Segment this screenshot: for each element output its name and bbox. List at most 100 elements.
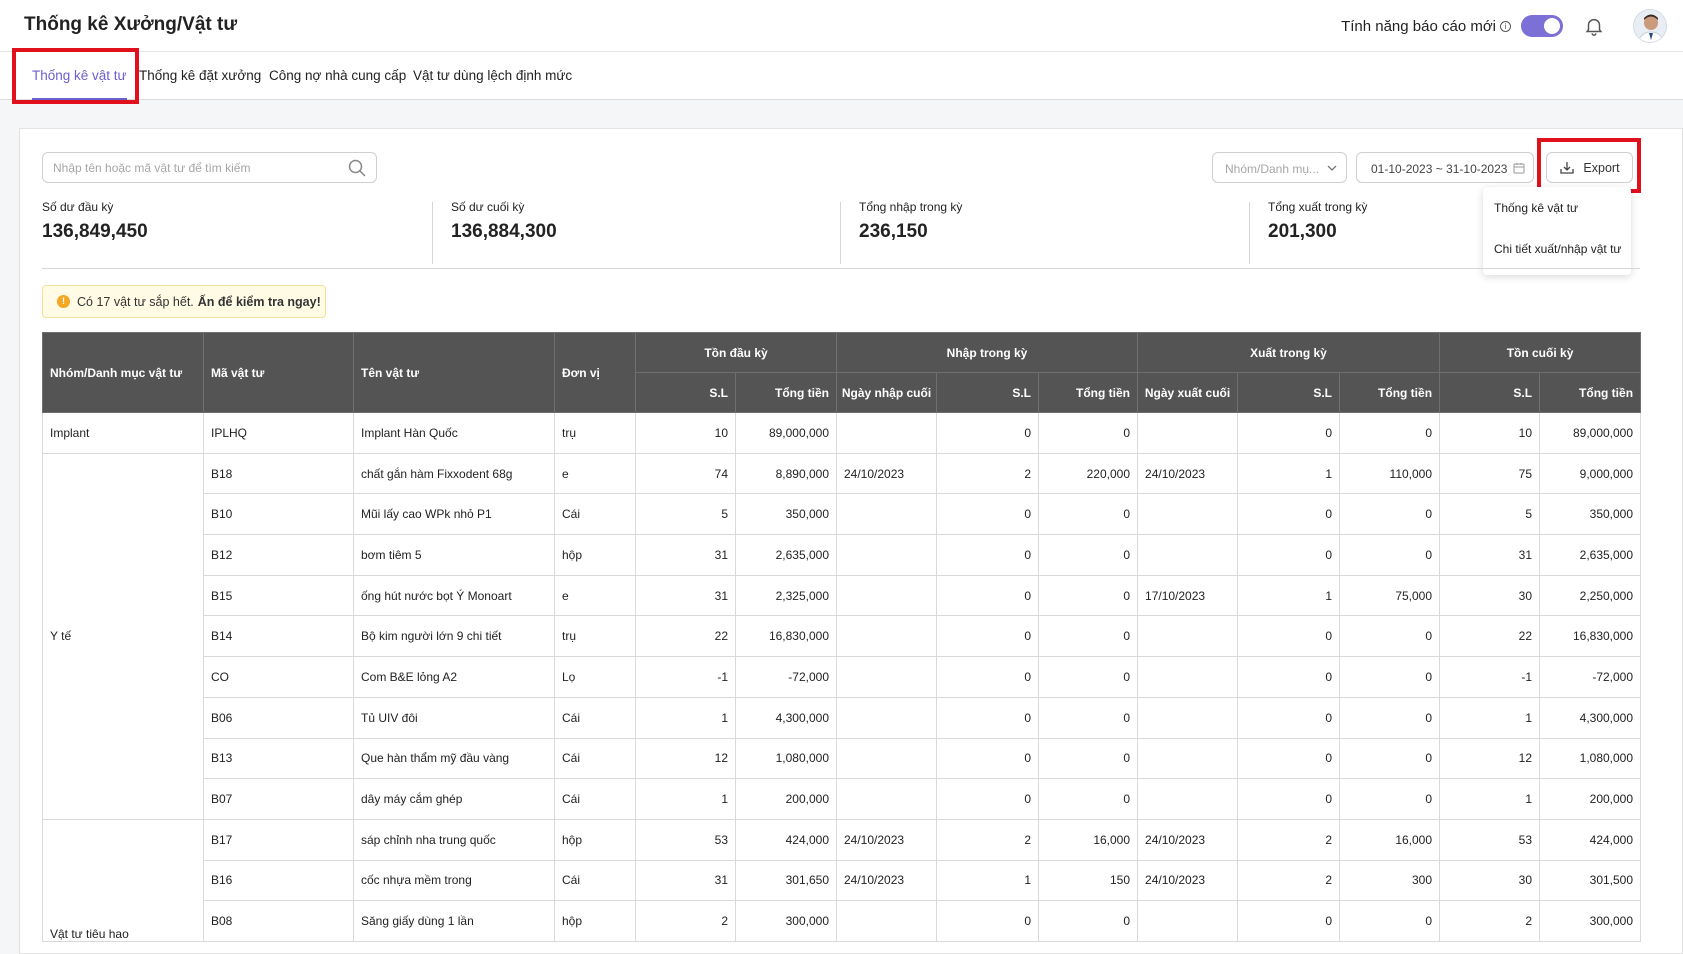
code-cell: CO [203,656,354,698]
export-qty-cell: 2 [1237,818,1341,861]
name-cell[interactable]: Tủ UIV đôi [353,696,555,739]
import-qty-cell: 0 [936,412,1039,454]
date-range-picker[interactable]: 01-10-2023 ~ 31-10-2023 [1356,152,1534,183]
col-header-closing-qty: S.L [1439,372,1541,413]
opening-qty-cell: -1 [635,656,736,698]
name-cell[interactable]: Mũi lấy cao WPk nhỏ P1 [353,493,555,536]
export-menu-material-stats[interactable]: Thống kê vật tư [1494,201,1578,215]
col-header-closing: Tồn cuối kỳ [1439,332,1642,373]
export-qty-cell: 0 [1237,412,1341,454]
import-qty-cell: 0 [936,737,1039,780]
tab-lab-order-stats[interactable]: Thống kê đặt xưởng [139,52,261,100]
table-row: B16 cốc nhựa mềm trong Cái 31 301,650 24/10/2… [43,859,1642,902]
import-total-cell: 0 [1037,900,1139,942]
bell-icon[interactable] [1583,15,1605,37]
col-header-group: Nhóm/Danh mục vật tư [42,332,204,413]
import-qty-cell: 0 [936,656,1039,698]
import-qty-cell: 0 [936,574,1039,617]
name-cell[interactable]: Săng giấy dùng 1 lần [353,900,555,942]
closing-total-cell: 9,000,000 [1539,452,1642,495]
tab-material-deviation[interactable]: Vật tư dùng lệch định mức [413,52,572,100]
last-import-cell [836,493,937,536]
unit-cell: Cái [554,778,636,820]
stat-opening-balance: Số dư đầu kỳ 136,849,450 [42,200,148,243]
import-total-cell: 0 [1037,778,1139,820]
unit-cell: hộp [554,534,636,576]
stat-divider [1249,202,1250,264]
search-input[interactable] [42,152,377,183]
export-button[interactable]: Export [1546,152,1633,183]
opening-total-cell: 16,830,000 [735,615,837,658]
chevron-down-icon [1327,165,1337,171]
name-cell[interactable]: bơm tiêm 5 [353,534,555,576]
name-cell[interactable]: ống hút nước bọt Ý Monoart [353,574,555,617]
col-header-last-import: Ngày nhập cuối [836,372,937,413]
code-cell: B08 [203,900,354,942]
name-cell[interactable]: Que hàn thẩm mỹ đầu vàng [353,737,555,780]
last-import-cell [836,412,937,454]
last-export-cell [1137,900,1239,942]
tab-material-stats[interactable]: Thống kê vật tư [32,52,127,100]
closing-qty-cell: 5 [1439,493,1541,536]
code-cell: B18 [203,452,354,495]
table-row: B13 Que hàn thẩm mỹ đầu vàng Cái 12 1,080,00… [43,737,1642,780]
group-filter-select[interactable]: Nhóm/Danh mụ... [1212,152,1347,183]
opening-total-cell: 301,650 [735,859,837,902]
last-import-cell [836,696,937,739]
col-header-last-export: Ngày xuất cuối [1137,372,1239,413]
info-icon[interactable]: i [1500,20,1511,32]
stat-total-export: Tổng xuất trong kỳ 201,300 [1268,200,1367,243]
last-import-cell [836,900,937,942]
export-total-cell: 0 [1339,412,1441,454]
unit-cell: hộp [554,900,636,942]
name-cell[interactable]: dây máy cắm ghép [353,778,555,820]
stat-total-import: Tổng nhập trong kỳ 236,150 [859,200,962,243]
table-row: Y tế B18 chất gắn hàm Fixxodent 68g e 74 8,89… [42,452,1642,820]
col-header-name: Tên vật tư [353,332,555,413]
col-header-opening-total: Tổng tiền [735,372,837,413]
name-cell[interactable]: chất gắn hàm Fixxodent 68g [353,452,555,495]
alert-action-link[interactable]: Ấn để kiểm tra ngay! [198,295,321,309]
import-qty-cell: 0 [936,493,1039,536]
opening-qty-cell: 74 [635,452,736,495]
code-cell: B12 [203,534,354,576]
search-icon[interactable] [347,158,367,178]
name-cell[interactable]: sáp chỉnh nha trung quốc [353,818,555,861]
page-title: Thống kê Xưởng/Vật tư [24,14,238,35]
name-cell[interactable]: cốc nhựa mềm trong [353,859,555,902]
export-total-cell: 110,000 [1339,452,1441,495]
tab-supplier-debt[interactable]: Công nợ nhà cung cấp [269,52,406,100]
closing-total-cell: 2,635,000 [1539,534,1642,576]
export-qty-cell: 1 [1237,452,1341,495]
closing-qty-cell: 53 [1439,818,1541,861]
col-header-opening-qty: S.L [635,372,736,413]
group-filter-placeholder: Nhóm/Danh mụ... [1225,162,1320,176]
last-export-cell: 17/10/2023 [1137,574,1239,617]
stats-separator [42,268,1640,269]
last-export-cell: 24/10/2023 [1137,452,1239,495]
import-qty-cell: 0 [936,534,1039,576]
export-total-cell: 0 [1339,737,1441,780]
export-qty-cell: 0 [1237,656,1341,698]
name-cell[interactable]: Com B&E lỏng A2 [353,656,555,698]
import-total-cell: 220,000 [1037,452,1139,495]
export-qty-cell: 0 [1237,534,1341,576]
top-right-controls: Tính năng báo cáo mới i [1341,9,1667,43]
col-header-export-total: Tổng tiền [1339,372,1441,413]
low-stock-alert[interactable]: ! Có 17 vật tư sắp hết. Ấn để kiểm tra n… [42,285,326,318]
new-report-toggle[interactable] [1521,15,1563,37]
code-cell: B07 [203,778,354,820]
user-avatar[interactable] [1633,9,1667,43]
export-menu-import-export-detail[interactable]: Chi tiết xuất/nhập vật tư [1494,242,1621,256]
name-cell[interactable]: Implant Hàn Quốc [353,412,555,454]
opening-total-cell: 350,000 [735,493,837,536]
table-row: B12 bơm tiêm 5 hộp 31 2,635,000 0 0 0 0 31 2,635,0… [43,534,1642,576]
group-cell: Y tế [42,452,204,820]
calendar-icon [1513,163,1525,174]
closing-total-cell: 424,000 [1539,818,1642,861]
import-total-cell: 16,000 [1037,818,1139,861]
col-header-code: Mã vật tư [203,332,354,413]
table-row: B08 Săng giấy dùng 1 lần hộp 2 300,000 0 0 0 0 2 3… [43,900,1642,942]
download-icon [1560,161,1575,174]
name-cell[interactable]: Bộ kim người lớn 9 chi tiết [353,615,555,658]
